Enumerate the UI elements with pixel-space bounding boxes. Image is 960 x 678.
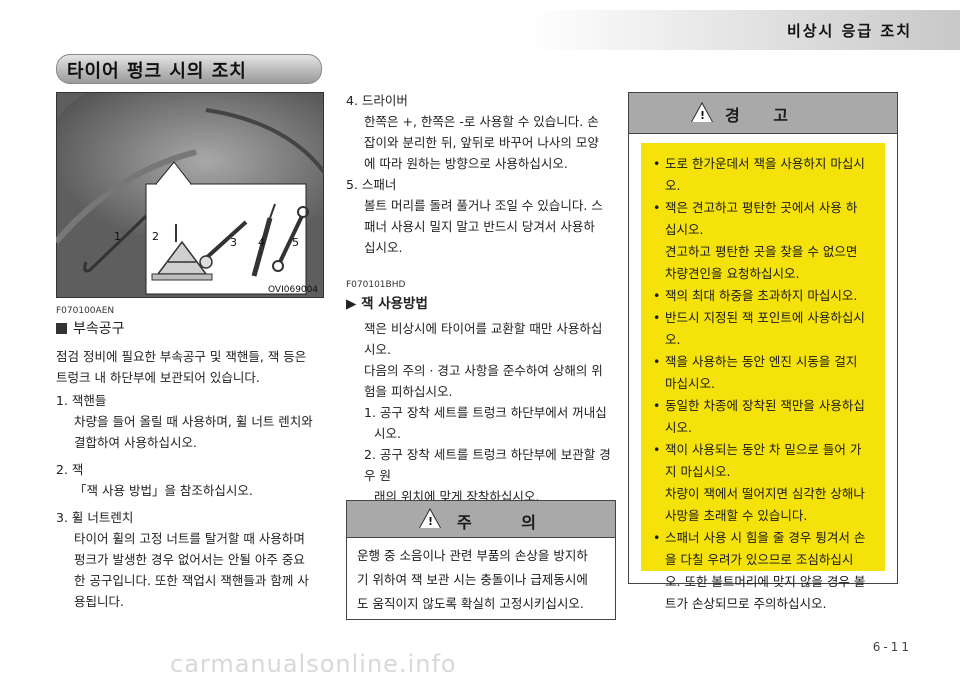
para-line: 험을 피하십시오. xyxy=(364,384,453,399)
item-title: 3. 휠 너트렌치 xyxy=(56,510,134,525)
left-heading-text: 부속공구 xyxy=(73,321,125,337)
left-heading: 부속공구 xyxy=(56,318,125,338)
para-line: 시오. xyxy=(364,342,391,357)
section-title: 타이어 펑크 시의 조치 xyxy=(67,61,247,82)
step-line: 1. 공구 장착 세트를 트렁크 하단부에서 꺼내십 xyxy=(364,405,607,420)
warning-item: 잭은 견고하고 평탄한 곳에서 사용 하십시오.견고하고 평탄한 곳을 찾을 수… xyxy=(653,197,875,285)
para-line: 잭은 비상시에 타이어를 교환할 때만 사용하십 xyxy=(364,321,603,336)
warning-body: 도로 한가운데서 잭을 사용하지 마십시오. 잭은 견고하고 평탄한 곳에서 사… xyxy=(641,143,885,611)
warning-item: 도로 한가운데서 잭을 사용하지 마십시오. xyxy=(653,153,875,197)
warning-item: 잭이 사용되는 동안 차 밑으로 들어 가지 마십시오.차량이 잭에서 떨어지면… xyxy=(653,439,875,527)
figure-label-3: 3 xyxy=(230,236,237,249)
item-line: 패너 사용시 밀지 말고 반드시 당겨서 사용하 xyxy=(364,219,595,234)
left-body: 점검 정비에 필요한 부속공구 및 잭핸들, 잭 등은 트렁크 내 하단부에 보… xyxy=(56,346,326,612)
figure-code: OVI069004 xyxy=(268,285,318,295)
warning-item: 동일한 차종에 장착된 잭만을 사용하십시오. xyxy=(653,395,875,439)
item-line: 십시오. xyxy=(364,240,403,255)
item-line: 결합하여 사용하십시오. xyxy=(74,435,197,450)
item-title: 5. 스패너 xyxy=(346,177,397,192)
item-line: 타이어 휠의 고정 너트를 탈거할 때 사용하며 xyxy=(74,531,305,546)
caution-box: ! 주 의 운행 중 소음이나 관련 부품의 손상을 방지하 기 위하여 잭 보… xyxy=(346,500,616,620)
middle-heading: ▶ 잭 사용방법 xyxy=(346,296,428,312)
warning-item: 스패너 사용 시 힘을 줄 경우 튕겨서 손을 다칠 우려가 있으므로 조심하십… xyxy=(653,527,875,615)
warning-item: 잭을 사용하는 동안 엔진 시동을 걸지마십시오. xyxy=(653,351,875,395)
left-intro-line: 점검 정비에 필요한 부속공구 및 잭핸들, 잭 등은 xyxy=(56,349,307,364)
warning-item: 반드시 지정된 잭 포인트에 사용하십시오. xyxy=(653,307,875,351)
figure-label-2: 2 xyxy=(152,230,159,243)
middle-body-bottom: 잭은 비상시에 타이어를 교환할 때만 사용하십 시오. 다음의 주의 · 경고… xyxy=(346,318,618,507)
para-line: 다음의 주의 · 경고 사항을 준수하여 상해의 위 xyxy=(364,363,603,378)
warning-item: 잭의 최대 하중을 초과하지 마십시오. xyxy=(653,285,875,307)
chapter-title: 비상시 응급 조치 xyxy=(786,22,912,40)
item-title: 2. 잭 xyxy=(56,462,84,477)
section-title-pill: 타이어 펑크 시의 조치 xyxy=(56,54,322,84)
item-title: 1. 잭핸들 xyxy=(56,393,107,408)
figure-label-4: 4 xyxy=(258,236,265,249)
caution-header: ! 주 의 xyxy=(347,501,615,538)
left-intro-line: 트렁크 내 하단부에 보관되어 있습니다. xyxy=(56,370,260,385)
step-line: 시오. xyxy=(374,426,401,441)
item-line: 펑크가 발생한 경우 없어서는 안될 아주 중요 xyxy=(74,552,305,567)
caution-body: 운행 중 소음이나 관련 부품의 손상을 방지하 기 위하여 잭 보관 시는 충… xyxy=(347,538,615,622)
warning-header: ! 경 고 xyxy=(629,93,897,134)
item-line: 잡이와 분리한 뒤, 앞뒤로 바꾸어 나사의 모양 xyxy=(364,135,599,150)
watermark: carmanualsonline.info xyxy=(170,650,457,678)
middle-section-code: F070101BHD xyxy=(346,280,406,290)
warning-title: 경 고 xyxy=(725,106,803,125)
middle-body-top: 4. 드라이버 한쪽은 +, 한쪽은 -로 사용할 수 있습니다. 손 잡이와 … xyxy=(346,90,618,258)
item-title: 4. 드라이버 xyxy=(346,93,408,108)
page-number: 6-11 xyxy=(872,640,912,654)
caution-line: 운행 중 소음이나 관련 부품의 손상을 방지하 xyxy=(357,548,588,563)
warning-box: ! 경 고 도로 한가운데서 잭을 사용하지 마십시오. 잭은 견고하고 평탄한… xyxy=(628,92,898,611)
item-line: 볼트 머리를 돌려 풀거나 조일 수 있습니다. 스 xyxy=(364,198,603,213)
caution-title: 주 의 xyxy=(457,513,559,532)
figure-label-5: 5 xyxy=(292,236,299,249)
figure-label-1: 1 xyxy=(114,230,121,243)
item-line: 한 공구입니다. 또한 잭업시 잭핸들과 함께 사 xyxy=(74,573,309,588)
item-line: 한쪽은 +, 한쪽은 -로 사용할 수 있습니다. 손 xyxy=(364,114,599,129)
caution-line: 도 움직이지 않도록 확실히 고정시키십시오. xyxy=(357,596,584,611)
tools-illustration: 1 2 3 4 5 OVI069004 xyxy=(56,92,324,298)
square-bullet-icon xyxy=(56,323,67,334)
left-section-code: F070100AEN xyxy=(56,306,115,316)
warning-list: 도로 한가운데서 잭을 사용하지 마십시오. 잭은 견고하고 평탄한 곳에서 사… xyxy=(641,143,885,615)
item-line: 차량을 들어 올릴 때 사용하며, 휠 너트 렌치와 xyxy=(74,414,313,429)
item-line: 에 따라 원하는 방향으로 사용하십시오. xyxy=(364,156,568,171)
step-line: 2. 공구 장착 세트를 트렁크 하단부에 보관할 경우 원 xyxy=(364,447,611,483)
caution-line: 기 위하여 잭 보관 시는 충돌이나 급제동시에 xyxy=(357,572,588,587)
item-line: 용됩니다. xyxy=(74,594,124,609)
tools-photo: 1 2 3 4 5 OVI069004 xyxy=(56,92,324,298)
item-line: 「잭 사용 방법」을 참조하십시오. xyxy=(74,483,253,498)
